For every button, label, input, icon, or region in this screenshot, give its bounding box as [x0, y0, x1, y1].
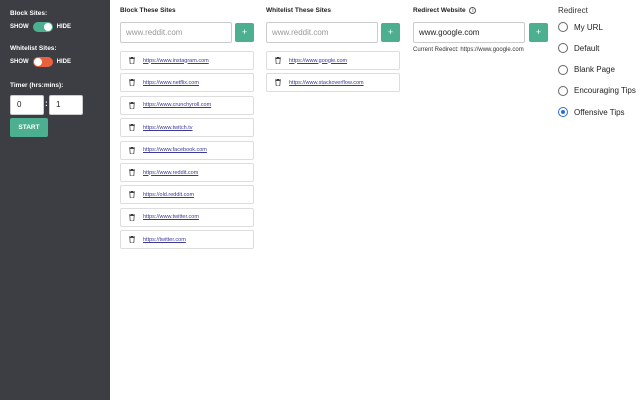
block-sites-label: Block Sites: — [10, 10, 48, 17]
radio-label: Blank Page — [574, 65, 615, 75]
timer-hours-input[interactable]: 0 — [10, 95, 44, 115]
whitelist-sites-title: Whitelist These Sites — [266, 7, 332, 14]
radio-button[interactable] — [558, 85, 568, 96]
site-link[interactable]: https://www.reddit.com — [143, 170, 198, 176]
site-link[interactable]: https://www.instagram.com — [143, 58, 209, 64]
redirect-website-title-text: Redirect Website — [413, 7, 466, 15]
redirect-option-blank-page[interactable]: Blank Page — [558, 64, 615, 76]
timer-label: Timer (hrs:mins): — [10, 82, 64, 89]
redirect-website-title: Redirect Website i — [413, 7, 477, 15]
whitelist-sites-label: Whitelist Sites: — [10, 45, 57, 52]
site-list-item: https://www.stackoverflow.com — [266, 73, 400, 93]
block-sites-toggle[interactable] — [32, 22, 53, 32]
site-list-item: https://old.reddit.com — [120, 185, 254, 205]
site-link[interactable]: https://www.google.com — [289, 58, 347, 64]
block-site-input[interactable]: www.reddit.com — [120, 22, 232, 43]
site-link[interactable]: https://www.twitch.tv — [143, 125, 193, 131]
radio-label: Encouraging Tips — [574, 86, 636, 96]
site-list-item: https://www.twitch.tv — [120, 118, 254, 138]
trash-icon[interactable] — [125, 124, 139, 132]
radio-label: Default — [574, 43, 600, 53]
site-list-item: https://www.netflix.com — [120, 73, 254, 93]
site-link[interactable]: https://www.facebook.com — [143, 147, 207, 153]
site-list-item: https://www.facebook.com — [120, 140, 254, 160]
site-link[interactable]: https://www.crunchyroll.com — [143, 102, 211, 108]
whitelist-sites-toggle[interactable] — [32, 57, 53, 67]
block-sites-title: Block These Sites — [120, 7, 176, 14]
site-link[interactable]: https://www.stackoverflow.com — [289, 80, 364, 86]
redirect-option-default[interactable]: Default — [558, 42, 599, 54]
site-list-item: https://www.instagram.com — [120, 51, 254, 70]
radio-button[interactable] — [558, 22, 568, 32]
site-list-item: https://www.twitter.com — [120, 207, 254, 227]
trash-icon[interactable] — [125, 79, 139, 87]
redirect-option-offensive-tips[interactable]: Offensive Tips — [558, 106, 625, 118]
site-link[interactable]: https://www.twitter.com — [143, 214, 199, 220]
block-show-label: SHOW — [10, 24, 29, 30]
redirect-option-my-url[interactable]: My URL — [558, 21, 603, 33]
site-link[interactable]: https://www.netflix.com — [143, 80, 199, 86]
trash-icon[interactable] — [271, 57, 285, 64]
site-list-item: https://twitter.com — [120, 230, 254, 250]
whitelist-sites-toggle-row: SHOW HIDE — [10, 56, 71, 68]
trash-icon[interactable] — [125, 169, 139, 176]
add-block-site-button[interactable]: + — [235, 23, 254, 42]
radio-label: My URL — [574, 22, 603, 32]
radio-button[interactable] — [558, 64, 568, 75]
trash-icon[interactable] — [125, 236, 139, 244]
radio-label: Offensive Tips — [574, 107, 625, 117]
trash-icon[interactable] — [125, 57, 139, 64]
radio-button[interactable] — [558, 43, 568, 54]
block-hide-label: HIDE — [56, 24, 72, 30]
info-icon[interactable]: i — [469, 7, 477, 14]
set-redirect-button[interactable]: + — [529, 23, 548, 42]
trash-icon[interactable] — [125, 191, 139, 199]
whitelist-show-label: SHOW — [10, 59, 29, 65]
start-button[interactable]: START — [10, 118, 48, 137]
toggle-knob — [33, 58, 42, 66]
site-list-item: https://www.crunchyroll.com — [120, 95, 254, 115]
site-list-item: https://www.google.com — [266, 51, 400, 70]
radio-button[interactable] — [558, 107, 568, 118]
trash-icon[interactable] — [125, 213, 139, 221]
whitelist-site-input[interactable]: www.reddit.com — [266, 22, 378, 43]
sidebar: Block Sites: SHOW HIDE Whitelist Sites: … — [0, 0, 110, 400]
trash-icon[interactable] — [125, 101, 139, 109]
redirect-option-encouraging-tips[interactable]: Encouraging Tips — [558, 85, 636, 97]
add-whitelist-site-button[interactable]: + — [381, 23, 400, 42]
toggle-knob — [43, 23, 52, 31]
redirect-url-input[interactable]: www.google.com — [413, 22, 525, 43]
site-link[interactable]: https://old.reddit.com — [143, 192, 194, 198]
timer-separator: : — [45, 99, 48, 108]
site-link[interactable]: https://twitter.com — [143, 237, 186, 243]
redirect-options-title: Redirect — [558, 6, 588, 15]
trash-icon[interactable] — [271, 79, 285, 87]
whitelist-hide-label: HIDE — [56, 59, 72, 65]
current-redirect-text: Current Redirect: https://www.google.com — [413, 47, 524, 53]
site-list-item: https://www.reddit.com — [120, 163, 254, 182]
block-sites-toggle-row: SHOW HIDE — [10, 21, 71, 33]
trash-icon[interactable] — [125, 146, 139, 154]
timer-minutes-input[interactable]: 1 — [49, 95, 83, 115]
